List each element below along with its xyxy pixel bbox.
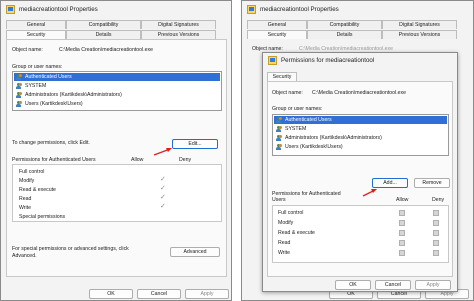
tab-previous-versions[interactable]: Previous Versions <box>141 30 216 39</box>
user-list[interactable]: Authenticated Users SYSTEM Administrator… <box>272 114 449 156</box>
group-names-label: Group or user names: <box>272 106 323 112</box>
red-arrow-annotation <box>362 189 377 197</box>
permissions-list: Full control Modify ✓ Read & execute ✓ R… <box>12 164 222 222</box>
list-item[interactable]: Authenticated Users <box>274 116 447 124</box>
left-titlebar[interactable]: mediacreationtool Properties <box>1 1 231 17</box>
file-icon <box>247 4 256 14</box>
allow-column-header: Allow <box>396 197 409 203</box>
allow-check-icon: ✓ <box>160 194 166 201</box>
permission-name: Special permissions <box>19 214 66 220</box>
right-window-title: mediacreationtool Properties <box>260 5 339 13</box>
tab-general[interactable]: General <box>247 20 307 29</box>
list-item[interactable]: SYSTEM <box>274 125 447 133</box>
object-name-label: Object name: <box>272 90 303 96</box>
file-icon <box>268 55 277 65</box>
allow-checkbox[interactable] <box>399 230 405 236</box>
change-permissions-text: To change permissions, click Edit. <box>12 140 90 146</box>
cancel-button[interactable]: Cancel <box>375 280 411 290</box>
ok-button[interactable]: OK <box>335 280 371 290</box>
deny-checkbox[interactable] <box>433 250 439 256</box>
object-name-value: C:\Media Creation\mediacreationtool.exe <box>59 47 154 53</box>
permissions-header: Permissions for Authenticated Users <box>12 157 96 163</box>
list-item[interactable]: SYSTEM <box>14 82 220 90</box>
advanced-text-line-1: For special permissions or advanced sett… <box>12 246 129 252</box>
permission-name: Write <box>19 205 32 211</box>
users-icon <box>276 144 283 150</box>
tab-previous-versions[interactable]: Previous Versions <box>382 30 457 39</box>
permission-name: Read <box>278 240 291 246</box>
edit-button[interactable]: Edit... <box>172 139 218 149</box>
users-icon <box>276 135 283 141</box>
allow-check-icon: ✓ <box>160 185 166 192</box>
left-window-title: mediacreationtool Properties <box>19 5 98 13</box>
tab-compatibility[interactable]: Compatibility <box>66 20 141 29</box>
tab-general[interactable]: General <box>6 20 66 29</box>
permission-name: Read & execute <box>19 187 56 193</box>
permissions-dialog: Permissions for mediacreationtool Securi… <box>262 52 458 292</box>
advanced-button[interactable]: Advanced <box>170 247 220 257</box>
permission-name: Write <box>278 250 291 256</box>
left-security-panel: Object name: C:\Media Creation\mediacrea… <box>6 39 227 277</box>
allow-checkbox[interactable] <box>399 210 405 216</box>
users-icon <box>16 83 23 89</box>
right-titlebar[interactable]: mediacreationtool Properties <box>242 1 473 17</box>
deny-checkbox[interactable] <box>433 240 439 246</box>
deny-checkbox[interactable] <box>433 220 439 226</box>
remove-button[interactable]: Remove <box>414 178 450 188</box>
apply-button[interactable]: Apply <box>185 289 229 299</box>
users-icon <box>276 126 283 132</box>
tab-security[interactable]: Security <box>247 30 307 39</box>
permission-name: Full control <box>278 210 304 216</box>
permission-name: Read & execute <box>278 230 315 236</box>
permission-name: Full control <box>19 169 45 175</box>
tab-digital-signatures[interactable]: Digital Signatures <box>382 20 457 29</box>
user-list[interactable]: Authenticated Users SYSTEM Administrator… <box>12 71 222 111</box>
allow-checkbox[interactable] <box>399 220 405 226</box>
tab-details[interactable]: Details <box>66 30 141 39</box>
permission-name: Modify <box>19 178 35 184</box>
users-icon <box>16 74 23 80</box>
tab-security[interactable]: Security <box>267 72 297 81</box>
tab-security[interactable]: Security <box>6 30 66 39</box>
permission-name: Modify <box>278 220 294 226</box>
object-name-value: C:\Media Creation\mediacreationtool.exe <box>312 90 407 96</box>
allow-check-icon: ✓ <box>160 176 166 183</box>
deny-checkbox[interactable] <box>433 230 439 236</box>
list-item[interactable]: Administrators (Kartikdesk\Administrator… <box>14 91 220 99</box>
deny-column-header: Deny <box>179 157 192 163</box>
users-icon <box>16 92 23 98</box>
allow-check-icon: ✓ <box>160 203 166 210</box>
allow-checkbox[interactable] <box>399 240 405 246</box>
permissions-list: Full control Modify Read & execute Read … <box>272 205 449 263</box>
tab-compatibility[interactable]: Compatibility <box>307 20 382 29</box>
file-icon <box>6 4 15 14</box>
deny-checkbox[interactable] <box>433 210 439 216</box>
users-icon <box>16 101 23 107</box>
deny-column-header: Deny <box>432 197 445 203</box>
list-item[interactable]: Users (Kartikdesk\Users) <box>274 143 447 151</box>
apply-button[interactable]: Apply <box>415 280 451 290</box>
dialog-title: Permissions for mediacreationtool <box>281 56 375 64</box>
group-names-label: Group or user names: <box>12 64 63 70</box>
list-item[interactable]: Authenticated Users <box>14 73 220 81</box>
object-name-label: Object name: <box>12 47 43 53</box>
list-item[interactable]: Users (Kartikdesk\Users) <box>14 100 220 108</box>
red-arrow-annotation <box>153 148 172 156</box>
cancel-button[interactable]: Cancel <box>137 289 181 299</box>
permission-name: Read <box>19 196 32 202</box>
allow-checkbox[interactable] <box>399 250 405 256</box>
tab-details[interactable]: Details <box>307 30 382 39</box>
users-icon <box>276 117 283 123</box>
tab-digital-signatures[interactable]: Digital Signatures <box>141 20 216 29</box>
dialog-security-panel: Object name: C:\Media Creation\mediacrea… <box>267 81 453 277</box>
advanced-text-line-2: Advanced. <box>12 253 37 259</box>
left-properties-window: mediacreationtool Properties General Com… <box>0 0 232 301</box>
ok-button[interactable]: OK <box>89 289 133 299</box>
dialog-titlebar[interactable]: Permissions for mediacreationtool <box>263 53 457 67</box>
allow-column-header: Allow <box>131 157 144 163</box>
list-item[interactable]: Administrators (Kartikdesk\Administrator… <box>274 134 447 142</box>
permissions-header-line-2: Users <box>272 197 286 203</box>
